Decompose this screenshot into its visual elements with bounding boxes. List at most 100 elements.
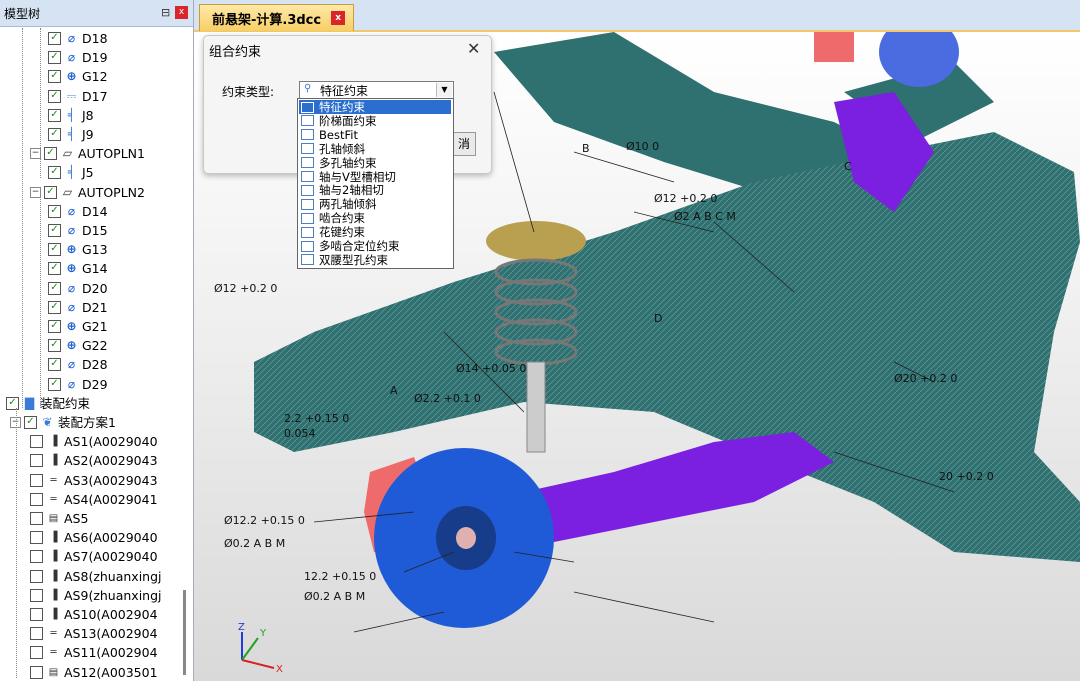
tree-item[interactable]: ═ AS3(A0029043	[30, 471, 158, 490]
dialog-close-icon[interactable]: ✕	[467, 39, 480, 58]
as-pin-icon: ▐	[49, 436, 58, 448]
model-tree: ✓ ⌀ D18 ✓ ⌀ D19 ✓ ⊕ G12 ✓ ⎓ D17 ✓ ╡ J8 ✓ ╡ J9− ✓ ▱ AUTOPLN1 ✓…	[0, 28, 192, 681]
checkbox[interactable]	[30, 492, 43, 506]
checkbox[interactable]	[30, 665, 43, 679]
tree-item[interactable]: − ✓ ▱ AUTOPLN1	[30, 144, 145, 163]
checkbox[interactable]: ✓	[48, 262, 61, 276]
dropdown-option[interactable]: 多孔轴约束	[299, 156, 451, 170]
dropdown-option[interactable]: 轴与2轴相切	[299, 183, 451, 197]
checkbox[interactable]: ✓	[48, 339, 61, 353]
checkbox[interactable]: ✓	[48, 300, 61, 314]
tree-item[interactable]: ▤ AS5	[30, 509, 88, 528]
checkbox[interactable]: ✓	[48, 108, 61, 122]
tree-item[interactable]: ✓ ⊕ G22	[48, 336, 108, 355]
tree-item[interactable]: ✓ ⌀ D29	[48, 375, 108, 394]
checkbox[interactable]	[30, 646, 43, 660]
checkbox[interactable]: ✓	[48, 243, 61, 257]
checkbox[interactable]	[30, 550, 43, 564]
tree-item[interactable]: ✓ ⊕ G21	[48, 317, 108, 336]
tree-item[interactable]: ✓ ⌀ D21	[48, 298, 108, 317]
document-tab[interactable]: 前悬架-计算.3dcc x	[199, 4, 355, 31]
tab-close-button[interactable]: x	[331, 11, 346, 25]
dropdown-option[interactable]: 花键约束	[299, 225, 451, 239]
checkbox[interactable]: ✓	[48, 89, 61, 103]
checkbox[interactable]: ✓	[48, 281, 61, 295]
checkbox[interactable]	[30, 512, 43, 525]
tree-item-label: AS6(A0029040	[64, 530, 158, 546]
tree-scrollbar[interactable]	[183, 590, 186, 675]
annotation-label: 20 +0.2 0	[939, 470, 994, 483]
dropdown-option[interactable]: 轴与V型槽相切	[299, 170, 451, 184]
tree-item[interactable]: ✓ ⌀ D14	[48, 202, 108, 221]
checkbox[interactable]: ✓	[6, 396, 19, 410]
as-pin-icon: ▐	[49, 532, 58, 544]
tree-item-label: AS9(zhuanxingj	[64, 587, 162, 603]
tree-item[interactable]: ▐ AS9(zhuanxingj	[30, 586, 162, 605]
checkbox[interactable]: ✓	[48, 128, 61, 141]
checkbox[interactable]: ✓	[24, 416, 37, 429]
dropdown-option[interactable]: 特征约束	[299, 100, 451, 114]
checkbox[interactable]	[30, 473, 43, 487]
circle-slash-icon: ⌀	[67, 280, 76, 295]
tree-item[interactable]: ▐ AS10(A002904	[30, 605, 158, 624]
checkbox[interactable]	[30, 588, 43, 602]
checkbox[interactable]: ✓	[48, 166, 61, 180]
circle-slash-icon: ⌀	[67, 203, 76, 218]
tree-item[interactable]: ✓ ⊕ G12	[48, 67, 108, 86]
tree-item[interactable]: − ✓ ❦ 装配方案1	[10, 413, 116, 432]
as-pin-icon: ▐	[49, 570, 58, 582]
checkbox[interactable]	[30, 608, 43, 621]
assembly-icon: ▇	[24, 395, 35, 410]
checkbox[interactable]	[30, 454, 43, 468]
dropdown-option[interactable]: 阶梯面约束	[299, 114, 451, 128]
checkbox[interactable]	[30, 627, 43, 641]
tree-item[interactable]: ▐ AS7(A0029040	[30, 547, 158, 566]
checkbox[interactable]	[30, 569, 43, 583]
tree-item[interactable]: ✓ ╡ J5	[48, 163, 94, 182]
tree-item[interactable]: ✓ ⊕ G13	[48, 240, 108, 259]
tree-item[interactable]: ▤ AS12(A003501	[30, 663, 158, 681]
dropdown-option[interactable]: BestFit	[299, 128, 451, 142]
dropdown-option[interactable]: 多啮合定位约束	[299, 239, 451, 253]
tree-item[interactable]: ✓ ▇ 装配约束	[6, 394, 90, 413]
checkbox[interactable]: ✓	[44, 147, 57, 161]
dropdown-option-label: 两孔轴倾斜	[319, 197, 377, 212]
tree-item[interactable]: ═ AS13(A002904	[30, 624, 158, 643]
tree-item[interactable]: ✓ ⌀ D18	[48, 29, 108, 48]
tree-item[interactable]: ✓ ⌀ D15	[48, 221, 108, 240]
tree-item[interactable]: ✓ ╡ J8	[48, 106, 94, 125]
document-tab-title: 前悬架-计算.3dcc	[212, 12, 322, 28]
tree-item[interactable]: ✓ ╡ J9	[48, 125, 94, 144]
dropdown-arrow-icon[interactable]: ▼	[436, 83, 452, 97]
checkbox[interactable]: ✓	[48, 70, 61, 84]
checkbox[interactable]: ✓	[48, 51, 61, 65]
checkbox[interactable]	[30, 531, 43, 545]
tree-item[interactable]: ✓ ⊕ G14	[48, 259, 108, 278]
tree-item[interactable]: ✓ ⌀ D28	[48, 355, 108, 374]
dropdown-option[interactable]: 双腰型孔约束	[299, 253, 451, 267]
checkbox[interactable]: ✓	[48, 204, 61, 218]
dropdown-option[interactable]: 孔轴倾斜	[299, 142, 451, 156]
checkbox[interactable]: ✓	[48, 377, 61, 391]
tree-item[interactable]: ═ AS11(A002904	[30, 643, 158, 662]
tree-item[interactable]: ▐ AS2(A0029043	[30, 451, 158, 470]
panel-close-button[interactable]: x	[175, 6, 188, 19]
checkbox[interactable]: ✓	[48, 32, 61, 45]
checkbox[interactable]: ✓	[48, 224, 61, 237]
tree-item[interactable]: ▐ AS6(A0029040	[30, 528, 158, 547]
dropdown-option[interactable]: 两孔轴倾斜	[299, 197, 451, 211]
checkbox[interactable]: ✓	[48, 320, 61, 333]
constraint-option-icon	[301, 143, 314, 155]
tree-item[interactable]: − ✓ ▱ AUTOPLN2	[30, 183, 145, 202]
dropdown-option[interactable]: 啮合约束	[299, 211, 451, 225]
pin-icon[interactable]: ⊟	[161, 6, 170, 19]
tree-item[interactable]: ▐ AS1(A0029040	[30, 432, 158, 451]
checkbox[interactable]: ✓	[48, 358, 61, 372]
tree-item[interactable]: ✓ ⌀ D19	[48, 48, 108, 67]
checkbox[interactable]	[30, 435, 43, 449]
tree-item[interactable]: ✓ ⎓ D17	[48, 87, 108, 106]
checkbox[interactable]: ✓	[44, 185, 57, 199]
tree-item[interactable]: ═ AS4(A0029041	[30, 490, 158, 509]
tree-item[interactable]: ▐ AS8(zhuanxingj	[30, 567, 162, 586]
tree-item[interactable]: ✓ ⌀ D20	[48, 279, 108, 298]
